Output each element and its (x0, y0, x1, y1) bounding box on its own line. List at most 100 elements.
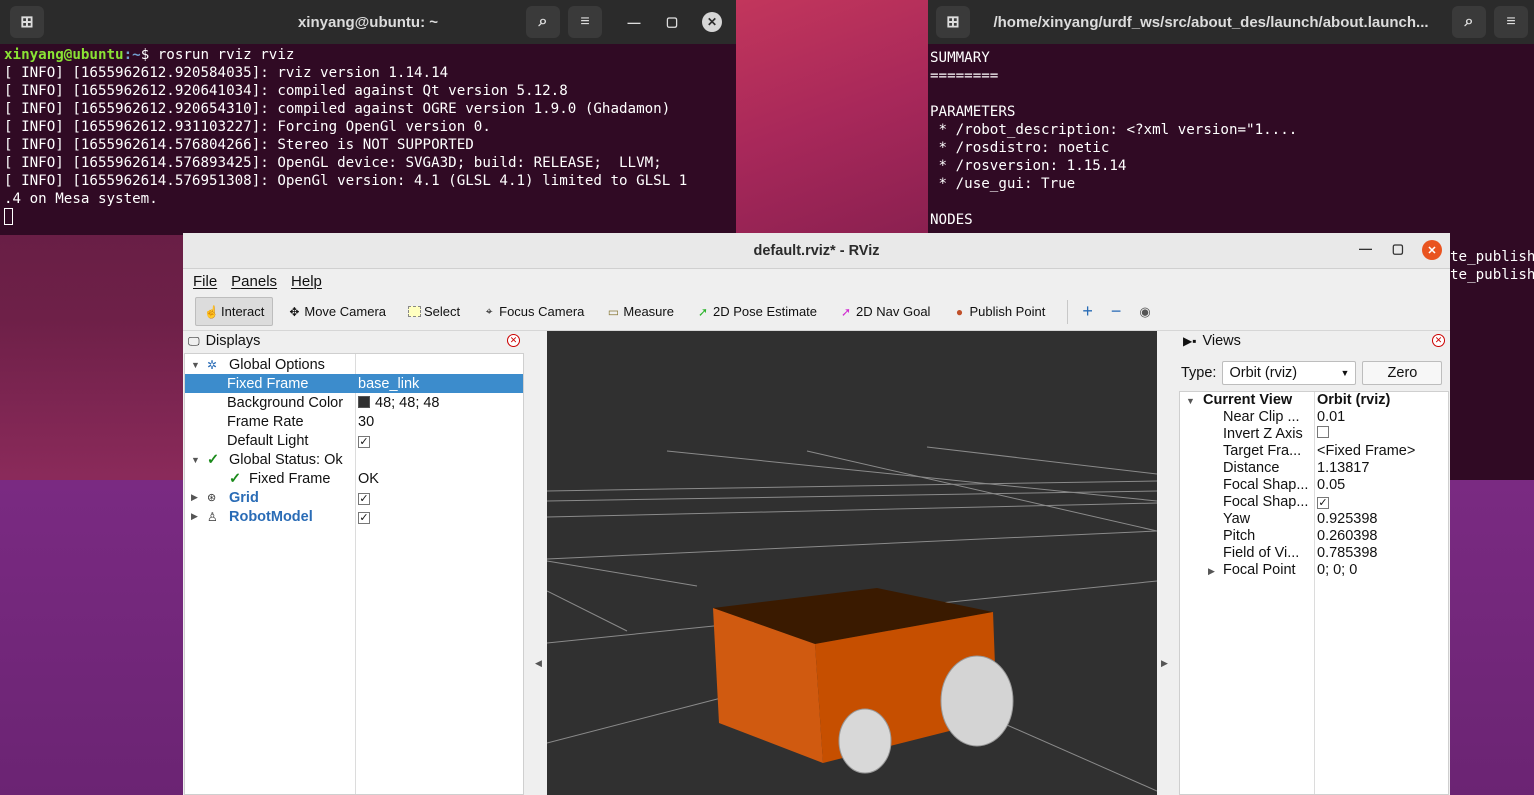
tree-row-distance[interactable]: Distance 1.13817 (1180, 460, 1448, 477)
background-color-value[interactable]: 48; 48; 48 (358, 395, 440, 411)
row-label: Target Fra... (1223, 443, 1302, 459)
tree-row-global-options[interactable]: ▼ ✲ Global Options (185, 355, 523, 374)
prompt-user: xinyang@ubuntu (4, 47, 124, 63)
row-value[interactable]: <Fixed Frame> (1317, 443, 1415, 459)
focal-shape-checkbox[interactable]: ✓ (1317, 494, 1329, 510)
robot-model-checkbox[interactable]: ✓ (358, 509, 370, 525)
collapse-left-icon[interactable]: ◀ (535, 658, 542, 669)
tree-row-fixed-frame[interactable]: Fixed Frame base_link (185, 374, 523, 393)
frame-rate-value[interactable]: 30 (358, 414, 374, 430)
collapse-right-icon[interactable]: ▶ (1161, 658, 1168, 669)
maximize-icon[interactable]: ▢ (662, 12, 682, 32)
tree-row-pitch[interactable]: Pitch 0.260398 (1180, 528, 1448, 545)
view-type-dropdown[interactable]: Orbit (rviz) ▼ (1222, 361, 1357, 385)
row-value[interactable]: 0.785398 (1317, 545, 1377, 561)
tool-move-camera[interactable]: ✥ Move Camera (279, 298, 394, 325)
expand-arrow-icon[interactable]: ▶ (191, 492, 198, 503)
minimize-icon[interactable]: — (624, 12, 644, 32)
tree-row-invert-z[interactable]: Invert Z Axis (1180, 426, 1448, 443)
row-value[interactable]: 0; 0; 0 (1317, 562, 1357, 578)
tool-interact[interactable]: ☝ Interact (195, 297, 274, 326)
terminal-right-output[interactable]: SUMMARY ======== PARAMETERS * /robot_des… (928, 44, 1534, 231)
remove-tool-button[interactable]: − (1105, 299, 1128, 324)
fixed-frame-value[interactable]: base_link (358, 376, 419, 392)
tool-properties-button[interactable]: ◉ (1133, 302, 1156, 322)
tree-row-frame-rate[interactable]: Frame Rate 30 (185, 412, 523, 431)
tree-row-near-clip[interactable]: Near Clip ... 0.01 (1180, 409, 1448, 426)
robot-icon: ♙ (207, 509, 218, 524)
expand-arrow-icon[interactable]: ▼ (1186, 396, 1195, 406)
terminal-line: * /robot_description: <?xml version="1..… (930, 122, 1298, 138)
minimize-icon[interactable]: — (1359, 241, 1372, 256)
views-tree[interactable]: ▼ Current View Orbit (rviz) Near Clip ..… (1179, 391, 1449, 795)
row-value[interactable]: 0.05 (1317, 477, 1345, 493)
new-tab-icon[interactable]: ⊞ (936, 6, 970, 38)
tree-row-yaw[interactable]: Yaw 0.925398 (1180, 511, 1448, 528)
row-label: Current View (1203, 392, 1293, 408)
color-swatch (358, 395, 370, 408)
status-value: OK (358, 470, 379, 487)
displays-panel: 🖵 Displays ✕ ▼ ✲ Global Options Fixed Fr… (184, 331, 524, 795)
default-light-checkbox[interactable]: ✓ (358, 433, 370, 449)
row-label: RobotModel (229, 508, 313, 525)
row-value[interactable]: 0.260398 (1317, 528, 1377, 544)
tool-select[interactable]: Select (400, 298, 468, 325)
expand-arrow-icon[interactable]: ▼ (191, 360, 200, 370)
tree-row-background-color[interactable]: Background Color 48; 48; 48 (185, 393, 523, 412)
grid-checkbox[interactable]: ✓ (358, 490, 370, 506)
row-value[interactable]: 0.01 (1317, 409, 1345, 425)
zero-button[interactable]: Zero (1362, 361, 1443, 385)
tool-measure[interactable]: ▭ Measure (598, 298, 682, 325)
expand-arrow-icon[interactable]: ▶ (1208, 566, 1215, 577)
row-value[interactable]: 0.925398 (1317, 511, 1377, 527)
terminal-left-titlebar[interactable]: ⊞ xinyang@ubuntu: ~ ⌕ ≡ — ▢ ✕ (0, 0, 736, 44)
tree-row-default-light[interactable]: Default Light ✓ (185, 431, 523, 450)
pin-icon: ● (955, 304, 964, 319)
expand-arrow-icon[interactable]: ▼ (191, 455, 200, 465)
tree-row-grid[interactable]: ▶ ⊛ Grid ✓ (185, 488, 523, 507)
hamburger-menu-icon[interactable]: ≡ (1494, 6, 1528, 38)
tool-focus-camera[interactable]: ⌖ Focus Camera (474, 298, 592, 325)
desktop-wallpaper-accent (736, 0, 930, 235)
terminal-cursor (4, 208, 13, 225)
tree-row-global-status[interactable]: ▼ ✓ Global Status: Ok (185, 450, 523, 469)
close-icon[interactable]: ✕ (1422, 240, 1442, 260)
tree-row-target-frame[interactable]: Target Fra... <Fixed Frame> (1180, 443, 1448, 460)
tree-row-focal-shape-size[interactable]: Focal Shap... 0.05 (1180, 477, 1448, 494)
hamburger-menu-icon[interactable]: ≡ (568, 6, 602, 38)
maximize-icon[interactable]: ▢ (1392, 241, 1404, 257)
search-icon[interactable]: ⌕ (526, 6, 560, 38)
close-icon[interactable]: ✕ (702, 12, 722, 32)
menu-help[interactable]: Help (291, 273, 322, 290)
tool-2d-nav-goal[interactable]: ➚ 2D Nav Goal (831, 298, 938, 325)
tree-row-focal-point[interactable]: ▶ Focal Point 0; 0; 0 (1180, 562, 1448, 579)
row-label: Fixed Frame (227, 375, 309, 392)
tree-row-focal-shape-fixed[interactable]: Focal Shap... ✓ (1180, 494, 1448, 511)
terminal-right-titlebar[interactable]: ⊞ /home/xinyang/urdf_ws/src/about_des/la… (928, 0, 1534, 44)
terminal-left-window[interactable]: ⊞ xinyang@ubuntu: ~ ⌕ ≡ — ▢ ✕ xinyang@ub… (0, 0, 736, 235)
add-tool-button[interactable]: + (1076, 299, 1099, 324)
3d-scene[interactable] (547, 331, 1157, 795)
panel-close-icon[interactable]: ✕ (507, 334, 520, 347)
tree-row-robot-model[interactable]: ▶ ♙ RobotModel ✓ (185, 507, 523, 526)
invert-z-checkbox[interactable] (1317, 426, 1329, 442)
menu-panels[interactable]: Panels (231, 273, 277, 290)
tree-row-current-view[interactable]: ▼ Current View Orbit (rviz) (1180, 392, 1448, 409)
tool-publish-point[interactable]: ● Publish Point (944, 298, 1053, 325)
tree-row-field-of-view[interactable]: Field of Vi... 0.785398 (1180, 545, 1448, 562)
terminal-line: [ INFO] [1655962612.920584035]: rviz ver… (4, 65, 449, 81)
row-value[interactable]: 1.13817 (1317, 460, 1369, 476)
panel-close-icon[interactable]: ✕ (1432, 334, 1445, 347)
hand-icon: ☝ (204, 304, 219, 319)
terminal-line: [ INFO] [1655962614.576893425]: OpenGL d… (4, 155, 662, 171)
menu-file[interactable]: File (193, 273, 217, 290)
3d-render-view[interactable] (547, 331, 1157, 795)
rviz-window[interactable]: default.rviz* - RViz — ▢ ✕ File Panels H… (183, 233, 1450, 795)
tool-2d-pose-estimate[interactable]: ➚ 2D Pose Estimate (688, 298, 825, 325)
displays-tree[interactable]: ▼ ✲ Global Options Fixed Frame base_link… (184, 353, 524, 795)
rviz-titlebar[interactable]: default.rviz* - RViz — ▢ ✕ (183, 233, 1450, 269)
search-icon[interactable]: ⌕ (1452, 6, 1486, 38)
tree-row-status-fixed-frame[interactable]: ✓ Fixed Frame OK (185, 469, 523, 488)
terminal-left-output[interactable]: xinyang@ubuntu:~$ rosrun rviz rviz [ INF… (0, 44, 736, 229)
expand-arrow-icon[interactable]: ▶ (191, 511, 198, 522)
